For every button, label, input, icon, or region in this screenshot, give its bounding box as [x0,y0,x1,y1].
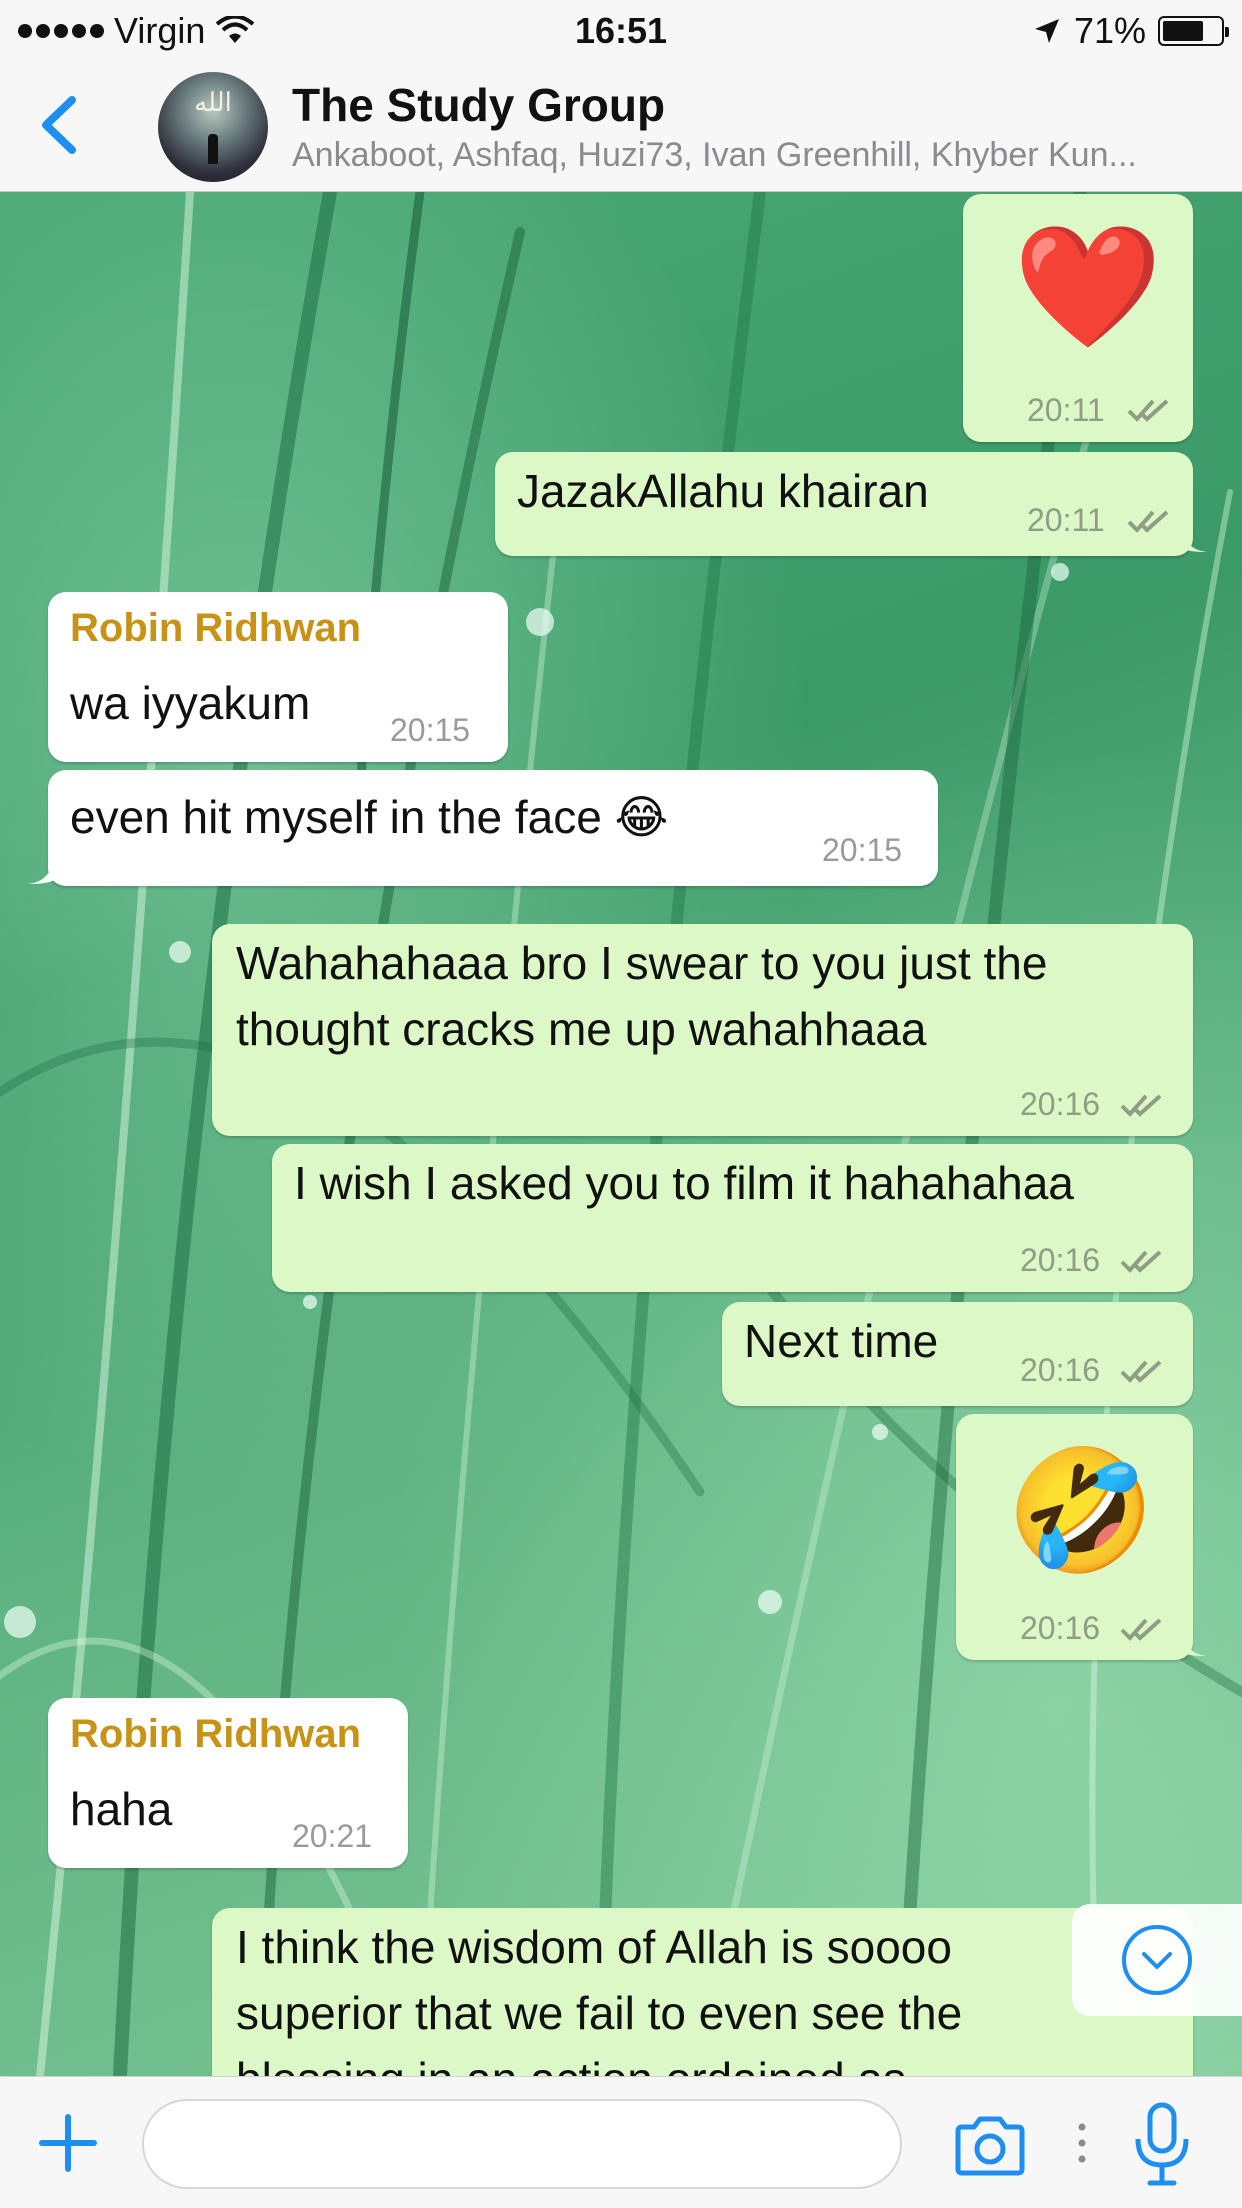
double-check-icon [1127,399,1169,422]
bubble-tail [28,858,54,884]
microphone-icon[interactable] [1132,2101,1192,2187]
double-check-icon [1120,1618,1162,1641]
chat-title[interactable]: The Study Group [292,78,665,132]
bubble-tail [1181,526,1207,552]
message-time: 20:16 [1020,1242,1101,1278]
plus-icon[interactable] [36,2111,100,2175]
message-input[interactable] [142,2099,902,2189]
message-time: 20:16 [1020,1352,1101,1388]
message-bubble-out[interactable]: I think the wisdom of Allah is soooo sup… [212,1908,1193,2076]
message-time: 20:15 [822,832,903,868]
message-bubble-out[interactable]: 🤣 20:16 [956,1414,1207,1660]
message-time: 20:21 [292,1818,373,1854]
message-text-line: superior that we fail to even see the [236,1987,963,2039]
avatar-figure [208,134,218,164]
message-time: 20:16 [1020,1610,1101,1646]
heart-emoji: ❤️ [1013,220,1163,354]
message-text-line: I think the wisdom of Allah is soooo [236,1921,952,1973]
rolling-laughing-emoji: 🤣 [1006,1444,1156,1578]
message-text: JazakAllahu khairan [517,465,929,517]
location-arrow-icon [1034,19,1059,43]
sender-name[interactable]: Robin Ridhwan [70,606,361,651]
message-text: haha [70,1783,173,1835]
message-bubble-in[interactable]: even hit myself in the face 😂 20:15 [28,770,938,886]
bubble-tail [1181,1630,1207,1656]
double-check-icon [1120,1250,1162,1273]
status-bar: Virgin 16:51 71% [0,0,1242,64]
message-text-line: thought cracks me up wahahhaaa [236,1003,927,1055]
battery-percent: 71% [1073,10,1146,51]
message-bubble-out[interactable]: ❤️ 20:11 [963,194,1193,442]
message-time: 20:15 [390,712,471,748]
message-text-line: Wahahahaaa bro I swear to you just the [236,937,1048,989]
message-bubble-out[interactable]: Wahahahaaa bro I swear to you just the t… [212,924,1193,1136]
message-bubble-in[interactable]: Robin Ridhwan wa iyyakum 20:15 [48,592,508,762]
participants-list[interactable]: Ankaboot, Ashfaq, Huzi73, Ivan Greenhill… [292,136,1222,175]
scroll-to-bottom-button[interactable] [1072,1904,1242,2016]
message-text: wa iyyakum [70,677,311,729]
chevron-left-icon[interactable] [28,90,88,160]
group-avatar[interactable]: الله [158,72,268,182]
message-text: Next time [744,1315,939,1367]
message-bubble-in[interactable]: Robin Ridhwan haha 20:21 [48,1698,408,1868]
input-bar [0,2076,1242,2208]
battery-fill [1163,21,1203,41]
message-time: 20:11 [1027,392,1105,428]
chevron-down-circle-icon [1122,1925,1192,1995]
message-bubble-out[interactable]: Next time 20:16 [722,1302,1193,1406]
sender-name[interactable]: Robin Ridhwan [70,1712,361,1757]
status-right: 71% [1032,10,1229,52]
avatar-glyph: الله [194,88,232,118]
message-text: even hit myself in the face 😂 [70,791,669,843]
message-text: I wish I asked you to film it hahahahaa [294,1157,1074,1209]
message-text-line: blessing in an action ordained as [236,2052,906,2076]
double-check-icon [1120,1094,1162,1117]
double-check-icon [1127,510,1169,533]
chat-header: الله The Study Group Ankaboot, Ashfaq, H… [0,64,1242,192]
battery-icon [1158,16,1229,46]
more-dots-icon[interactable] [1076,2119,1088,2167]
chat-area[interactable]: ❤️ 20:11 JazakAllahu khairan 20:11 Robin… [0,192,1242,2076]
message-bubble-out[interactable]: I wish I asked you to film it hahahahaa … [272,1144,1193,1292]
double-check-icon [1120,1360,1162,1383]
message-time: 20:11 [1027,502,1105,538]
message-time: 20:16 [1020,1086,1101,1122]
message-bubble-out[interactable]: JazakAllahu khairan 20:11 [495,452,1207,556]
camera-icon[interactable] [952,2115,1028,2177]
